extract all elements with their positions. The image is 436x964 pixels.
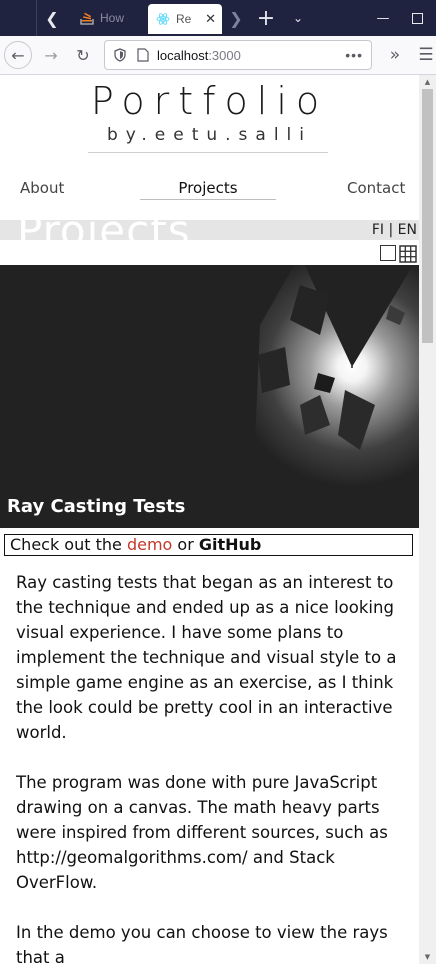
nav-about-link[interactable]: About xyxy=(20,179,64,197)
tab-scroll-left-icon[interactable]: ❮ xyxy=(36,0,67,36)
url-port: :3000 xyxy=(208,47,241,63)
scrollbar-thumb[interactable] xyxy=(422,89,433,343)
new-tab-icon[interactable]: + xyxy=(252,0,280,36)
browser-tab-bar: ❮ How c Re ✕ ❯ + ⌄ — xyxy=(0,0,436,36)
url-host: localhost xyxy=(157,47,209,63)
overflow-chevrons-icon[interactable]: » xyxy=(382,42,408,68)
scroll-down-icon[interactable]: ▼ xyxy=(419,950,436,964)
active-nav-underline xyxy=(140,199,276,200)
links-mid: or xyxy=(172,535,199,554)
project-title: Ray Casting Tests xyxy=(7,496,186,517)
forward-arrow-icon[interactable]: → xyxy=(38,42,64,68)
reload-icon[interactable]: ↻ xyxy=(70,42,96,68)
description-paragraph: In the demo you can choose to view the r… xyxy=(16,923,388,964)
section-ghost-title: Projects xyxy=(17,220,191,240)
page-icon xyxy=(137,48,149,62)
menu-icon[interactable]: ☰ xyxy=(416,42,436,68)
links-prefix: Check out the xyxy=(10,535,127,554)
stack-overflow-icon xyxy=(80,12,94,25)
title-divider xyxy=(88,152,328,153)
tab-active[interactable]: Re ✕ xyxy=(148,4,222,34)
grid-view-icon[interactable] xyxy=(399,245,417,263)
minimize-icon[interactable]: — xyxy=(370,0,396,36)
github-link[interactable]: GitHub xyxy=(199,535,262,554)
site-title: Portfolio xyxy=(90,79,329,123)
demo-link[interactable]: demo xyxy=(127,535,172,554)
close-tab-icon[interactable]: ✕ xyxy=(205,11,216,27)
project-links: Check out the demo or GitHub xyxy=(4,534,413,556)
shield-icon[interactable] xyxy=(113,48,127,62)
project-description: Ray casting tests that began as an inter… xyxy=(16,570,406,964)
page-viewport: Portfolio by.eetu.salli About Projects C… xyxy=(0,75,419,964)
page-actions-icon[interactable]: ••• xyxy=(345,47,363,63)
language-switch[interactable]: FI | EN xyxy=(372,222,417,238)
tab-title: Re xyxy=(176,12,192,26)
browser-toolbar: ← → ↻ localhost:3000 ••• » ☰ xyxy=(0,36,436,75)
nav-contact-link[interactable]: Contact xyxy=(347,179,405,197)
section-header-band: Projects xyxy=(0,220,419,240)
maximize-icon[interactable] xyxy=(398,0,436,36)
scroll-up-icon[interactable]: ▲ xyxy=(419,75,436,89)
ray-casting-render xyxy=(0,265,419,528)
tab-scroll-right-icon[interactable]: ❯ xyxy=(226,0,246,36)
back-arrow-icon[interactable]: ← xyxy=(4,41,32,69)
tab-title: How c xyxy=(100,11,128,25)
address-bar[interactable]: localhost:3000 ••• xyxy=(104,40,372,70)
tab-inactive[interactable]: How c xyxy=(72,0,146,36)
view-toggle xyxy=(380,245,417,263)
description-paragraph: The program was done with pure JavaScrip… xyxy=(16,773,388,892)
nav-projects-link[interactable]: Projects xyxy=(140,179,276,197)
description-paragraph: Ray casting tests that began as an inter… xyxy=(16,573,397,742)
page-scrollbar[interactable]: ▲ ▼ xyxy=(419,75,436,964)
chevron-down-icon[interactable]: ⌄ xyxy=(284,0,312,36)
site-subtitle: by.eetu.salli xyxy=(106,125,313,145)
react-icon xyxy=(156,13,170,25)
project-preview-image[interactable]: Ray Casting Tests xyxy=(0,265,419,528)
single-view-icon[interactable] xyxy=(380,245,396,261)
